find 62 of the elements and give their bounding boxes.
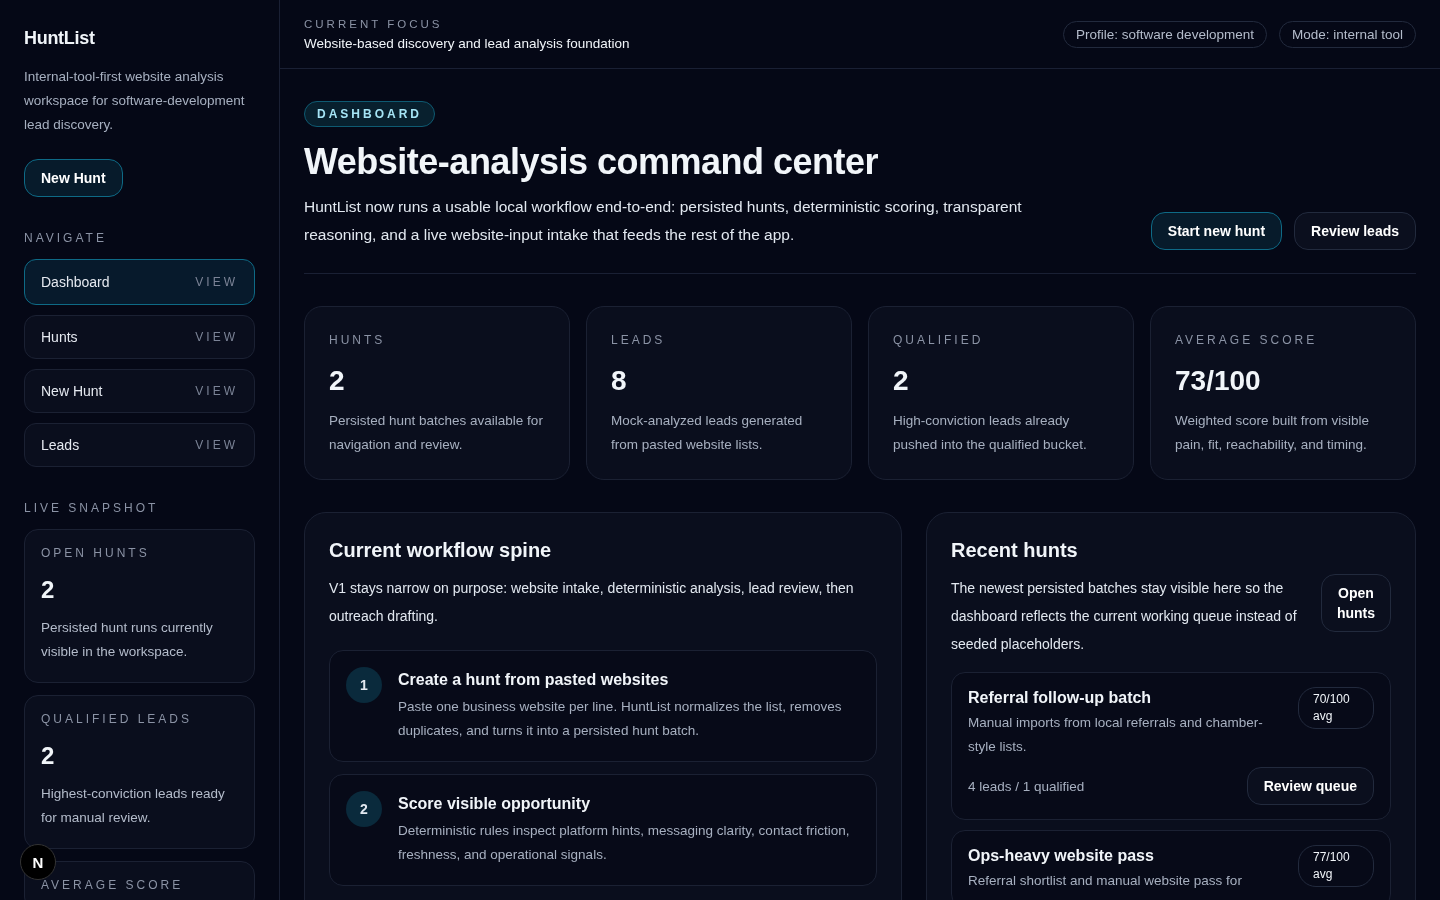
panel-title: Current workflow spine: [329, 539, 553, 563]
page-title: Website-analysis command center: [304, 141, 880, 184]
section-heading: NAVIGATE: [24, 231, 108, 245]
nav-hint: VIEW: [195, 384, 238, 398]
review-queue-button[interactable]: Review queue: [1246, 767, 1374, 806]
hunt-meta: 4 leads / 1 qualified: [968, 778, 1085, 794]
focus-text: Website-based discovery and lead analysis foundation: [304, 35, 630, 51]
nav-item[interactable]: New Hunt VIEW: [24, 369, 255, 413]
card-value: 2: [41, 576, 56, 604]
hunt-name: Referral follow-up batch: [968, 689, 1153, 708]
new-hunt-button[interactable]: New Hunt: [24, 159, 123, 197]
nav-item[interactable]: Dashboard VIEW: [24, 259, 255, 305]
step-text: Paste one business website per line. HuntList normalizes the list, removes duplicates, and turns it into a persisted hunt batch.: [398, 698, 843, 741]
stat-label: QUALIFIED: [893, 333, 985, 348]
panel-intro: V1 stays narrow on purpose: website intake, deterministic analysis, lead review, then outreach drafting.: [329, 579, 855, 627]
card-label: OPEN HUNTS: [41, 546, 151, 560]
step-number: 2: [346, 791, 382, 828]
nav-item[interactable]: Leads VIEW: [24, 423, 255, 467]
focus-label: CURRENT FOCUS: [304, 17, 444, 30]
section-heading: LIVE SNAPSHOT: [24, 501, 160, 515]
stat-label: LEADS: [611, 333, 667, 348]
card-label: AVERAGE SCORE: [41, 878, 185, 892]
nav-hint: VIEW: [195, 330, 238, 344]
section-badge: DASHBOARD: [304, 101, 435, 128]
nav-label: New Hunt: [41, 383, 103, 399]
step-title: Score visible opportunity: [398, 795, 592, 814]
hunt-description: Manual imports from local referrals and chamber-style lists.: [968, 714, 1264, 757]
stat-note: Mock-analyzed leads generated from pasted website lists.: [611, 412, 804, 455]
nav-hint: VIEW: [195, 438, 238, 452]
card-value: 2: [41, 742, 56, 770]
step-number: 1: [346, 667, 382, 704]
stat-value: 8: [611, 365, 628, 398]
nav-item[interactable]: Hunts VIEW: [24, 315, 255, 359]
brand-name: HuntList: [24, 28, 96, 49]
nav-label: Leads: [41, 437, 80, 453]
page-lead: HuntList now runs a usable local workflow end-to-end: persisted hunts, deterministic scoring, transparent reasoning, and a live website-input intake that feeds the rest of the app.: [304, 197, 1023, 246]
stat-label: HUNTS: [329, 333, 387, 348]
panel-title: Recent hunts: [951, 539, 1079, 563]
nav-label: Dashboard: [41, 274, 110, 290]
nav-hint: VIEW: [195, 275, 238, 289]
card-label: QUALIFIED LEADS: [41, 712, 194, 726]
step-title: Create a hunt from pasted websites: [398, 671, 670, 690]
review-leads-button[interactable]: Review leads: [1294, 212, 1416, 251]
card-note: Persisted hunt runs currently visible in the workspace.: [41, 619, 214, 661]
nav-label: Hunts: [41, 329, 78, 345]
hunt-description: Referral shortlist and manual website pass for: [968, 872, 1243, 891]
card-note: Highest-conviction leads ready for manual review.: [41, 785, 226, 827]
brand-tagline: Internal-tool-first website analysis workspace for software-development lead discovery.: [24, 68, 246, 134]
start-hunt-button[interactable]: Start new hunt: [1150, 212, 1283, 251]
stat-value: 73/100: [1175, 365, 1262, 398]
stat-note: Persisted hunt batches available for navigation and review.: [329, 412, 544, 455]
stat-value: 2: [329, 365, 346, 398]
stat-label: AVERAGE SCORE: [1175, 333, 1319, 348]
stat-note: Weighted score built from visible pain, fit, reachability, and timing.: [1175, 412, 1371, 455]
stat-value: 2: [893, 365, 910, 398]
hunt-name: Ops-heavy website pass: [968, 847, 1155, 866]
panel-intro: The newest persisted batches stay visible here so the dashboard reflects the current working queue instead of seeded placeholders.: [951, 579, 1298, 655]
score-pill: 77/100 avg: [1298, 845, 1374, 888]
step-text: Deterministic rules inspect platform hints, messaging clarity, contact friction, freshness, and operational signals.: [398, 822, 851, 865]
score-pill: 70/100 avg: [1298, 687, 1374, 730]
open-hunts-button[interactable]: Open hunts: [1321, 574, 1391, 633]
stat-note: High-conviction leads already pushed into the qualified bucket.: [893, 412, 1088, 455]
